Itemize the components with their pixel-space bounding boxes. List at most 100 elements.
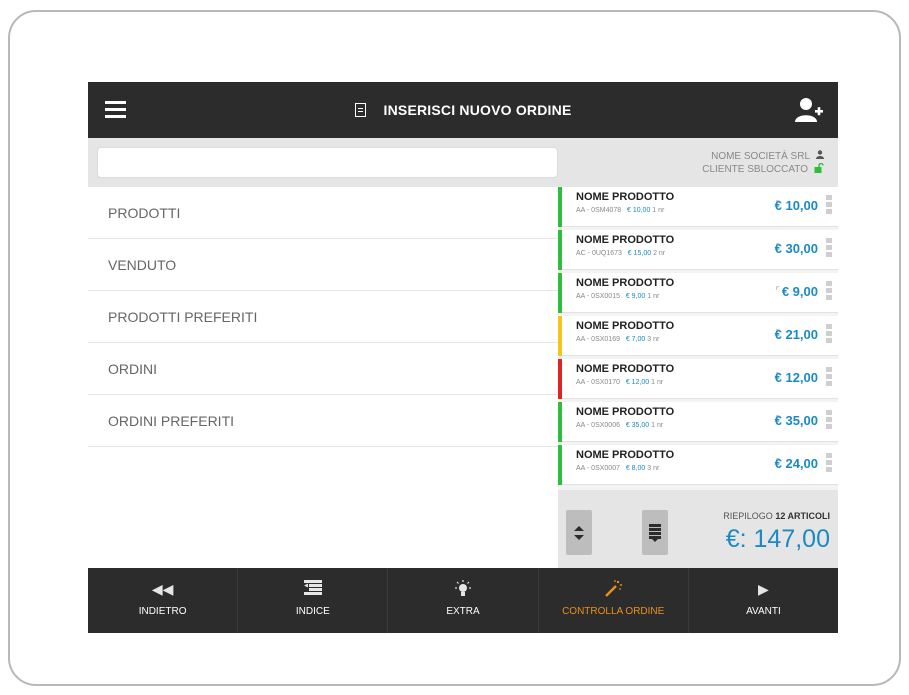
quantity: 3 nr	[647, 465, 660, 472]
product-name: NOME PRODOTTO	[576, 277, 675, 289]
menu-item-ordini-preferiti[interactable]: ORDINI PREFERITI	[88, 395, 558, 447]
product-name: NOME PRODOTTO	[576, 449, 675, 461]
product-price: € 12,00	[774, 370, 818, 385]
nav-indice[interactable]: INDICE	[238, 568, 389, 633]
product-code: AA - 0SX0169	[576, 336, 620, 343]
product-meta: AC - 0UQ1673 € 15,00 2 nr	[576, 250, 665, 257]
menu-item-prodotti-preferiti[interactable]: PRODOTTI PREFERITI	[88, 291, 558, 343]
quantity: 1 nr	[651, 379, 664, 386]
menu-item-label: VENDUTO	[108, 256, 177, 273]
unit-price: € 7,00	[625, 336, 646, 343]
menu-item-ordini[interactable]: ORDINI	[88, 343, 558, 395]
product-meta: AA - 0SX0015 € 9,00 1 nr	[576, 293, 659, 300]
menu-item-label: PRODOTTI PREFERITI	[108, 308, 258, 325]
quantity: 3 nr	[647, 336, 660, 343]
nav-label: EXTRA	[446, 606, 480, 617]
item-count: 12 ARTICOLI	[775, 511, 830, 521]
list-icon	[303, 580, 322, 598]
user-icon	[816, 150, 824, 162]
quantity: 1 nr	[647, 293, 660, 300]
magic-wand-icon	[604, 580, 623, 598]
order-summary: RIEPILOGO 12 ARTICOLI €: 147,00	[558, 490, 838, 568]
unit-price: € 9,00	[625, 293, 646, 300]
quantity: 1 nr	[652, 207, 665, 214]
product-meta: AA - 0SX0007 € 8,00 3 nr	[576, 465, 659, 472]
notes-icon	[649, 523, 661, 542]
unit-price: € 15,00	[627, 250, 652, 257]
product-meta: AA - 0SX0170 € 12,00 1 nr	[576, 379, 663, 386]
customer-name: NOME SOCIETÀ SRL	[711, 150, 810, 162]
menu-item-label: ORDINI PREFERITI	[108, 412, 235, 429]
search-input[interactable]	[97, 147, 558, 178]
sort-icon	[574, 525, 584, 540]
product-row[interactable]: NOME PRODOTTO AA - 0SX0007 € 8,00 3 nr ⌜…	[558, 445, 838, 485]
menu-item-prodotti[interactable]: PRODOTTI	[88, 187, 558, 239]
add-user-icon[interactable]	[794, 97, 824, 123]
product-price: € 30,00	[774, 241, 818, 256]
search-bar	[88, 138, 558, 187]
unit-price: € 12,00	[625, 379, 650, 386]
quantity: 1 nr	[651, 422, 664, 429]
sort-button[interactable]	[566, 510, 592, 555]
status-bar	[558, 187, 562, 227]
unit-price: € 8,00	[625, 465, 646, 472]
notes-button[interactable]	[642, 510, 668, 555]
category-menu: PRODOTTI VENDUTO PRODOTTI PREFERITI ORDI…	[88, 187, 558, 447]
product-code: AA - 0SX0007	[576, 465, 620, 472]
nav-controlla-ordine[interactable]: CONTROLLA ORDINE	[539, 568, 689, 633]
app-screen: INSERISCI NUOVO ORDINE NOME SOCIETÀ SRL …	[88, 82, 838, 633]
unit-price: € 35,00	[625, 422, 650, 429]
product-code: AA - 0SX0170	[576, 379, 620, 386]
product-code: AC - 0UQ1673	[576, 250, 622, 257]
document-icon	[354, 103, 366, 117]
drag-handle-icon[interactable]	[826, 367, 832, 387]
status-bar	[558, 402, 562, 442]
drag-handle-icon[interactable]	[826, 195, 832, 215]
play-icon: ▶	[758, 581, 769, 597]
status-bar	[558, 445, 562, 485]
drag-handle-icon[interactable]	[826, 324, 832, 344]
nav-label: INDICE	[295, 606, 330, 617]
product-name: NOME PRODOTTO	[576, 320, 675, 332]
menu-item-label: ORDINI	[108, 360, 157, 377]
nav-indietro[interactable]: ◀◀ INDIETRO	[88, 568, 239, 633]
nav-avanti[interactable]: ▶ AVANTI	[689, 568, 838, 633]
product-row[interactable]: NOME PRODOTTO AA - 0SX0169 € 7,00 3 nr ⌜…	[558, 316, 838, 356]
drag-handle-icon[interactable]	[826, 410, 832, 430]
product-row[interactable]: NOME PRODOTTO AA - 0SM4078 € 10,00 1 nr …	[558, 187, 838, 227]
product-row[interactable]: NOME PRODOTTO AA - 0SX0170 € 12,00 1 nr …	[558, 359, 838, 399]
product-price: € 10,00	[774, 198, 818, 213]
bottom-navigation: ◀◀ INDIETRO INDICE EXTRA CONTROLLA ORDIN…	[88, 568, 838, 633]
unlock-icon	[814, 162, 824, 176]
product-name: NOME PRODOTTO	[576, 406, 675, 418]
nav-extra[interactable]: EXTRA	[388, 568, 539, 633]
summary-label: RIEPILOGO 12 ARTICOLI	[723, 511, 830, 521]
customer-status: CLIENTE SBLOCCATO	[702, 164, 808, 175]
product-price: € 21,00	[774, 327, 818, 342]
product-row[interactable]: NOME PRODOTTO AA - 0SX0006 € 35,00 1 nr …	[558, 402, 838, 442]
product-price: € 35,00	[774, 413, 818, 428]
product-code: AA - 0SX0006	[576, 422, 620, 429]
status-bar	[558, 230, 562, 270]
product-name: NOME PRODOTTO	[576, 191, 675, 203]
customer-name-row: NOME SOCIETÀ SRL	[711, 150, 824, 162]
nav-label: CONTROLLA ORDINE	[562, 606, 665, 617]
menu-item-venduto[interactable]: VENDUTO	[88, 239, 558, 291]
rewind-icon: ◀◀	[151, 581, 174, 597]
nav-label: AVANTI	[746, 606, 781, 617]
customer-info[interactable]: NOME SOCIETÀ SRL CLIENTE SBLOCCATO	[558, 138, 838, 187]
status-bar	[558, 273, 562, 313]
drag-handle-icon[interactable]	[826, 281, 832, 301]
top-bar: INSERISCI NUOVO ORDINE	[88, 82, 838, 138]
status-bar	[558, 316, 562, 356]
menu-item-label: PRODOTTI	[108, 204, 181, 221]
product-meta: AA - 0SX0006 € 35,00 1 nr	[576, 422, 663, 429]
product-code: AA - 0SM4078	[576, 207, 622, 214]
drag-handle-icon[interactable]	[826, 238, 832, 258]
product-row[interactable]: NOME PRODOTTO AC - 0UQ1673 € 15,00 2 nr …	[558, 230, 838, 270]
product-row[interactable]: NOME PRODOTTO AA - 0SX0015 € 9,00 1 nr ⌜…	[558, 273, 838, 313]
status-bar	[558, 359, 562, 399]
tick-mark: ⌜	[775, 286, 780, 297]
drag-handle-icon[interactable]	[826, 453, 832, 473]
product-meta: AA - 0SM4078 € 10,00 1 nr	[576, 207, 664, 214]
